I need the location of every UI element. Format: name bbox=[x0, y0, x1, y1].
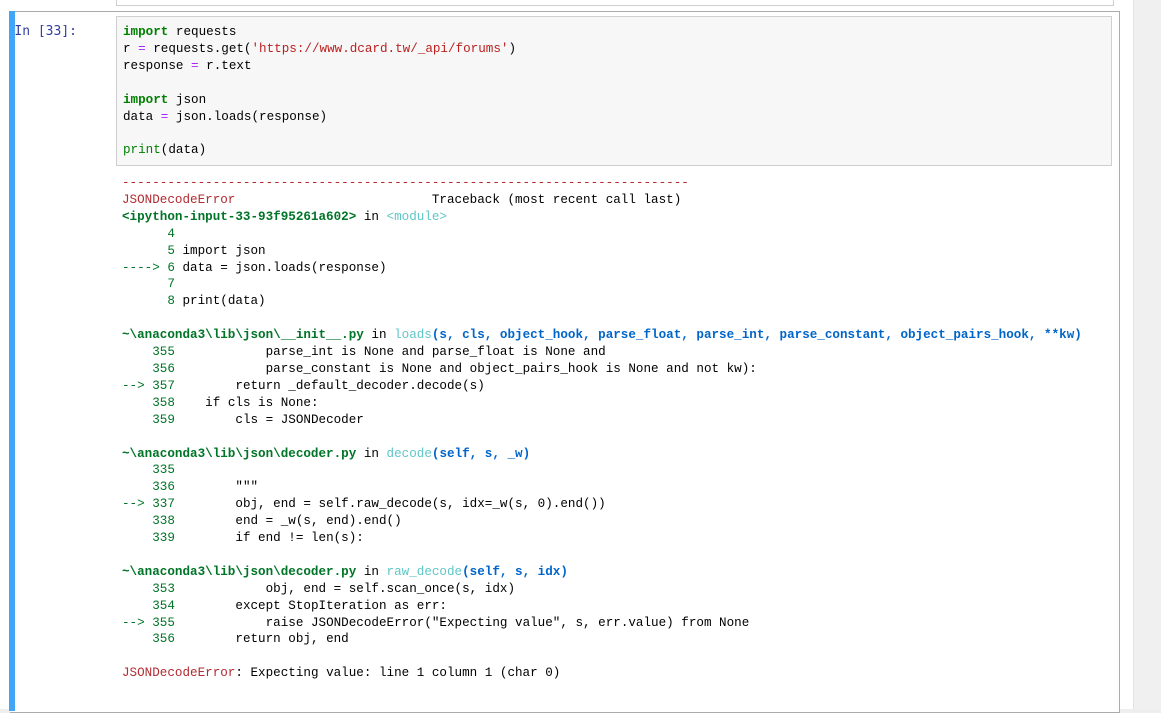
frame-location: <ipython-input-33-93f95261a602> bbox=[122, 209, 357, 224]
error-type: JSONDecodeError bbox=[122, 192, 236, 207]
arrow bbox=[122, 599, 152, 613]
frame-in-text: in bbox=[356, 564, 387, 579]
line-code: end = _w(s, end).end() bbox=[174, 514, 402, 529]
line-number: 356 bbox=[152, 632, 175, 647]
line-number: 355 bbox=[152, 345, 175, 360]
line-code: parse_constant is None and object_pairs_… bbox=[174, 361, 757, 376]
notebook-container: In [33]: import requests r = requests.ge… bbox=[0, 0, 1133, 713]
frame-in-text: in bbox=[363, 328, 395, 343]
arrow bbox=[122, 345, 152, 359]
line-number: 358 bbox=[152, 395, 175, 410]
frame-location: ~\anaconda3\lib\json\decoder.py bbox=[122, 446, 357, 461]
line-number: 337 bbox=[152, 497, 175, 512]
line-number: 6 bbox=[167, 260, 175, 275]
line-code: obj, end = self.scan_once(s, idx) bbox=[174, 581, 516, 596]
arrow bbox=[122, 463, 152, 477]
line-number: 359 bbox=[152, 412, 175, 427]
arrow bbox=[122, 413, 152, 427]
line-code: except StopIteration as err: bbox=[174, 598, 447, 613]
previous-cell[interactable] bbox=[116, 0, 1114, 6]
code-text-segment: requests.get( bbox=[145, 41, 252, 56]
line-code: print(data) bbox=[174, 294, 266, 309]
line-code: data = json.loads(response) bbox=[174, 260, 387, 275]
line-number: 4 bbox=[167, 226, 175, 241]
code-text-segment: requests bbox=[168, 25, 237, 39]
frame-function: raw_decode bbox=[386, 564, 463, 579]
input-prompt: In [33]: bbox=[14, 24, 77, 39]
frame-args: (s, cls, object_hook, parse_float, parse… bbox=[431, 328, 1082, 343]
arrow bbox=[122, 480, 152, 494]
arrow bbox=[122, 362, 152, 376]
line-number: 357 bbox=[152, 378, 175, 393]
code-text-segment: r bbox=[123, 41, 139, 56]
frame-function: loads bbox=[394, 328, 432, 343]
arrow: ----> bbox=[122, 260, 168, 275]
code-text-segment: json.loads(response) bbox=[168, 109, 328, 124]
line-number: 336 bbox=[152, 480, 175, 495]
line-number: 339 bbox=[152, 531, 175, 546]
arrow bbox=[122, 632, 152, 646]
line-code: if end != len(s): bbox=[174, 531, 364, 546]
arrow bbox=[122, 531, 152, 545]
frame-function: <module> bbox=[386, 209, 447, 224]
frame-function: decode bbox=[386, 446, 432, 461]
line-code: import json bbox=[174, 243, 266, 258]
line-code: if cls is None: bbox=[174, 395, 319, 410]
final-error-type: JSONDecodeError bbox=[122, 666, 236, 681]
page-scrollbar[interactable] bbox=[1133, 0, 1161, 709]
line-number: 338 bbox=[152, 514, 175, 529]
frame-args: (self, s, idx) bbox=[462, 564, 568, 579]
code-builtin: print bbox=[123, 143, 161, 158]
line-code: cls = JSONDecoder bbox=[174, 412, 364, 427]
code-text-segment: response bbox=[123, 58, 192, 73]
code-text-segment: data bbox=[123, 109, 161, 124]
arrow bbox=[122, 396, 152, 410]
line-number: 5 bbox=[167, 243, 175, 258]
frame-args: (self, s, _w) bbox=[431, 446, 531, 461]
line-number: 353 bbox=[152, 581, 175, 596]
arrow bbox=[122, 582, 152, 596]
traceback-header: Traceback (most recent call last) bbox=[235, 192, 682, 207]
frame-in-text: in bbox=[356, 446, 387, 461]
line-code: raise JSONDecodeError("Expecting value",… bbox=[174, 615, 750, 630]
arrow bbox=[122, 277, 167, 291]
code-string: 'https://www.dcard.tw/_api/forums' bbox=[251, 41, 509, 56]
traceback-separator: ----------------------------------------… bbox=[122, 176, 689, 190]
code-text-segment: ) bbox=[508, 41, 517, 56]
code-text-segment: json bbox=[168, 92, 207, 107]
code-text-segment: (data) bbox=[160, 143, 207, 158]
line-number: 335 bbox=[152, 463, 175, 478]
line-code: return _default_decoder.decode(s) bbox=[174, 378, 485, 393]
arrow: --> bbox=[122, 615, 153, 630]
frame-in-text: in bbox=[356, 209, 387, 224]
code-text[interactable]: import requests r = requests.get('https:… bbox=[123, 24, 516, 159]
traceback-output: ----------------------------------------… bbox=[122, 175, 1082, 682]
arrow bbox=[122, 244, 167, 258]
line-code: return obj, end bbox=[174, 632, 349, 647]
code-keyword: import bbox=[123, 25, 169, 39]
line-code: obj, end = self.raw_decode(s, idx=_w(s, … bbox=[174, 497, 606, 512]
code-operator: = bbox=[191, 58, 199, 73]
selected-cell-indicator bbox=[9, 11, 15, 711]
arrow bbox=[122, 294, 167, 308]
code-text-segment: r.text bbox=[198, 58, 252, 73]
arrow: --> bbox=[122, 497, 153, 512]
line-number: 355 bbox=[152, 615, 175, 630]
line-number: 8 bbox=[167, 294, 175, 309]
line-number: 7 bbox=[167, 277, 175, 292]
code-keyword: import bbox=[123, 92, 169, 107]
line-number: 356 bbox=[152, 361, 175, 376]
frame-location: ~\anaconda3\lib\json\decoder.py bbox=[122, 564, 357, 579]
final-error-message: : Expecting value: line 1 column 1 (char… bbox=[235, 666, 561, 681]
frame-location: ~\anaconda3\lib\json\__init__.py bbox=[122, 328, 364, 343]
line-code: parse_int is None and parse_float is Non… bbox=[174, 345, 606, 360]
code-editor[interactable]: import requests r = requests.get('https:… bbox=[116, 16, 1112, 166]
arrow: --> bbox=[122, 378, 153, 393]
code-operator: = bbox=[138, 41, 146, 56]
arrow bbox=[122, 514, 152, 528]
line-code: """ bbox=[174, 480, 259, 495]
arrow bbox=[122, 227, 167, 241]
line-number: 354 bbox=[152, 598, 175, 613]
